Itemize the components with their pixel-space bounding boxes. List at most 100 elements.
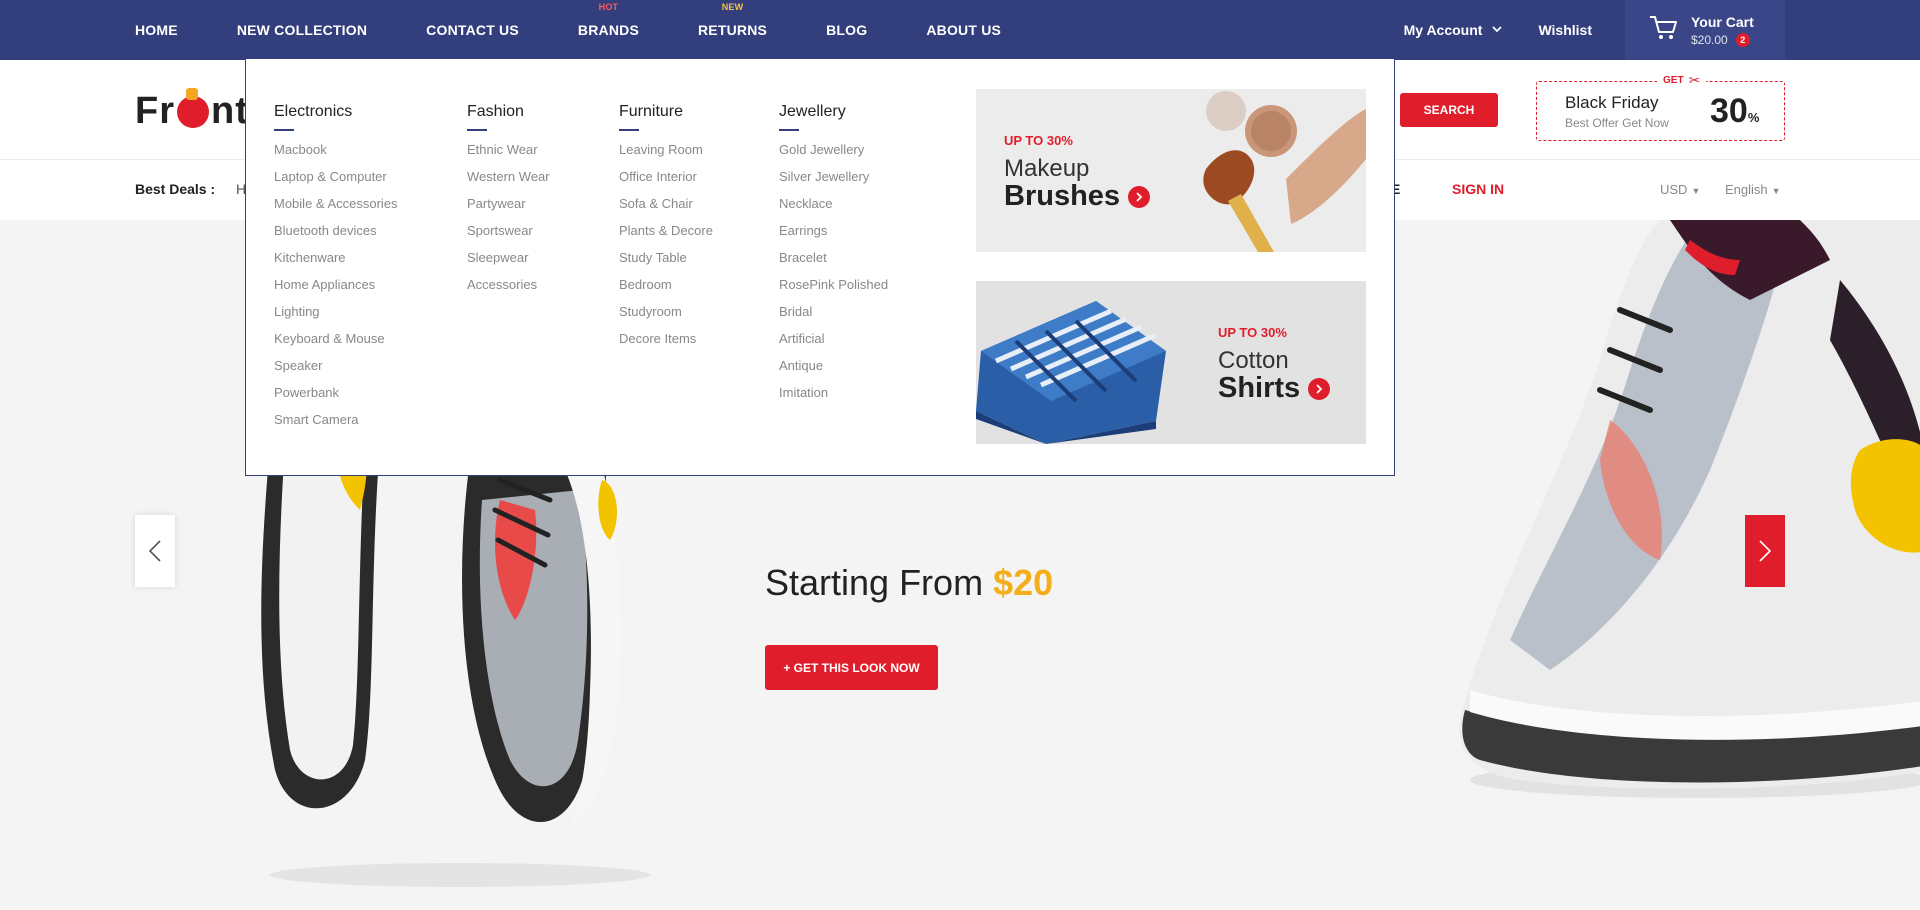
title-underline: [274, 129, 294, 131]
my-account-label: My Account: [1403, 22, 1483, 38]
nav-blog[interactable]: BLOG: [826, 22, 867, 38]
cart-button[interactable]: Your Cart $20.00 2: [1625, 0, 1785, 60]
currency-select[interactable]: USD ▼: [1660, 182, 1700, 197]
menu-link[interactable]: RosePink Polished: [779, 276, 888, 303]
chevron-right-circle-icon: [1308, 377, 1331, 400]
menu-link[interactable]: Decore Items: [619, 330, 713, 357]
chevron-down-icon: [1492, 25, 1503, 36]
menu-link[interactable]: Leaving Room: [619, 141, 713, 168]
title-underline: [467, 129, 487, 131]
menu-link[interactable]: Gold Jewellery: [779, 141, 888, 168]
menu-link[interactable]: Bridal: [779, 303, 888, 330]
menu-link[interactable]: Ethnic Wear: [467, 141, 550, 168]
title-underline: [779, 129, 799, 131]
logo-text-start: Fr: [135, 90, 175, 132]
column-title[interactable]: Fashion: [467, 103, 550, 121]
menu-link[interactable]: Laptop & Computer: [274, 168, 398, 195]
mega-column-jewellery: Jewellery Gold Jewellery Silver Jeweller…: [779, 103, 888, 411]
main-menu: HOME NEW COLLECTION CONTACT US HOT BRANDS…: [135, 0, 1060, 60]
banner-makeup-brushes[interactable]: UP TO 30% Makeup Brushes: [976, 89, 1366, 252]
menu-link[interactable]: Partywear: [467, 195, 550, 222]
column-title[interactable]: Jewellery: [779, 103, 888, 121]
nav-brands[interactable]: HOT BRANDS: [578, 2, 639, 38]
banner-line2-text: Shirts: [1218, 372, 1301, 404]
menu-link[interactable]: Western Wear: [467, 168, 550, 195]
menu-link[interactable]: Bracelet: [779, 249, 888, 276]
menu-link[interactable]: Office Interior: [619, 168, 713, 195]
promo-value: 30: [1710, 92, 1748, 130]
slider-next-button[interactable]: [1745, 515, 1785, 587]
hero-price: $20: [993, 562, 1054, 603]
nav-new-collection[interactable]: NEW COLLECTION: [237, 22, 367, 38]
nav-returns[interactable]: NEW RETURNS: [698, 2, 768, 38]
menu-link[interactable]: Kitchenware: [274, 249, 398, 276]
nav-about-us-label: ABOUT US: [926, 22, 1002, 38]
site-logo[interactable]: Fr nt: [135, 87, 249, 133]
search-button[interactable]: SEARCH: [1400, 93, 1498, 127]
slider-prev-button[interactable]: [135, 515, 175, 587]
menu-link[interactable]: Keyboard & Mouse: [274, 330, 398, 357]
chevron-right-icon: [1759, 540, 1771, 562]
menu-link[interactable]: Antique: [779, 357, 888, 384]
cart-total-row: $20.00 2: [1691, 32, 1754, 47]
menu-link[interactable]: Smart Camera: [274, 411, 398, 438]
nav-contact-us[interactable]: CONTACT US: [426, 22, 519, 38]
chevron-right-circle-icon: [1128, 185, 1151, 208]
menu-link[interactable]: Accessories: [467, 276, 550, 303]
banner-offer-text: UP TO 30%: [1004, 133, 1073, 148]
menu-link[interactable]: Speaker: [274, 357, 398, 384]
wishlist-link[interactable]: Wishlist: [1538, 22, 1592, 38]
promo-subtitle: Best Offer Get Now: [1565, 116, 1669, 130]
cart-title: Your Cart: [1691, 13, 1754, 30]
menu-link[interactable]: Plants & Decore: [619, 222, 713, 249]
top-navigation-bar: HOME NEW COLLECTION CONTACT US HOT BRANDS…: [0, 0, 1920, 60]
menu-link[interactable]: Artificial: [779, 330, 888, 357]
menu-link[interactable]: Studyroom: [619, 303, 713, 330]
menu-link[interactable]: Home Appliances: [274, 276, 398, 303]
language-value: English: [1725, 182, 1768, 197]
menu-link[interactable]: Study Table: [619, 249, 713, 276]
black-friday-promo[interactable]: GET ✂ Black Friday Best Offer Get Now 30%: [1536, 72, 1785, 141]
promo-title: Black Friday: [1565, 93, 1659, 112]
chevron-left-icon: [149, 540, 161, 562]
get-this-look-button[interactable]: + GET THIS LOOK NOW: [765, 645, 938, 690]
column-title[interactable]: Electronics: [274, 103, 398, 121]
nav-about-us[interactable]: ABOUT US: [926, 22, 1001, 38]
starting-from-label: Starting From: [765, 562, 984, 603]
menu-link[interactable]: Mobile & Accessories: [274, 195, 398, 222]
menu-link[interactable]: Macbook: [274, 141, 398, 168]
menu-link[interactable]: Sofa & Chair: [619, 195, 713, 222]
title-underline: [619, 129, 639, 131]
promo-get-label: GET ✂: [1657, 72, 1707, 89]
column-title[interactable]: Furniture: [619, 103, 713, 121]
my-account-dropdown[interactable]: My Account: [1404, 22, 1503, 38]
nav-home-label: HOME: [135, 22, 178, 38]
nav-blog-label: BLOG: [826, 22, 868, 38]
language-select[interactable]: English ▼: [1725, 182, 1781, 197]
banner-line2: Brushes: [1004, 180, 1151, 213]
menu-link[interactable]: Sportswear: [467, 222, 550, 249]
menu-link[interactable]: Silver Jewellery: [779, 168, 888, 195]
menu-link[interactable]: Earrings: [779, 222, 888, 249]
banner-offer-text: UP TO 30%: [1218, 325, 1287, 340]
nav-returns-label: RETURNS: [698, 22, 768, 38]
currency-value: USD: [1660, 182, 1688, 197]
promo-unit: %: [1747, 110, 1760, 125]
cart-amount: $20.00: [1691, 32, 1728, 47]
nav-new-collection-label: NEW COLLECTION: [236, 22, 368, 38]
menu-link[interactable]: Bluetooth devices: [274, 222, 398, 249]
banner-cotton-shirts[interactable]: UP TO 30% Cotton Shirts: [976, 281, 1366, 444]
menu-link[interactable]: Powerbank: [274, 384, 398, 411]
nav-home[interactable]: HOME: [135, 22, 178, 38]
sign-in-link[interactable]: SIGN IN: [1452, 181, 1504, 197]
menu-link[interactable]: Imitation: [779, 384, 888, 411]
menu-link[interactable]: Bedroom: [619, 276, 713, 303]
mega-column-furniture: Furniture Leaving Room Office Interior S…: [619, 103, 713, 357]
best-deals-label: Best Deals :: [135, 181, 216, 197]
nav-contact-us-label: CONTACT US: [426, 22, 519, 38]
menu-link[interactable]: Necklace: [779, 195, 888, 222]
hot-badge: HOT: [598, 2, 619, 12]
menu-link[interactable]: Lighting: [274, 303, 398, 330]
menu-link[interactable]: Sleepwear: [467, 249, 550, 276]
cart-summary: Your Cart $20.00 2: [1691, 14, 1754, 47]
